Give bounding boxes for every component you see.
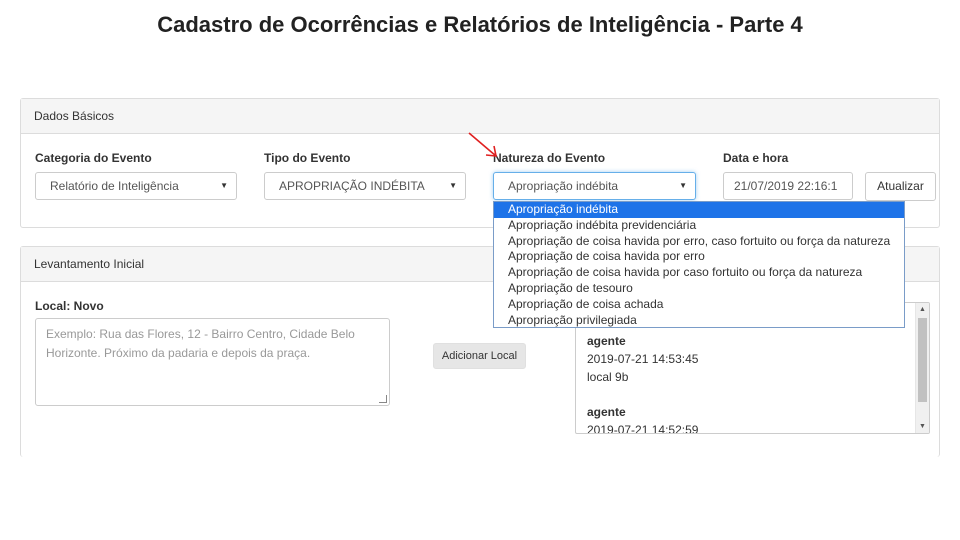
log-author: agente [587, 405, 626, 419]
natureza-option[interactable]: Apropriação de coisa achada [494, 297, 904, 313]
data-hora-input[interactable] [723, 172, 853, 200]
natureza-option[interactable]: Apropriação de coisa havida por erro [494, 249, 904, 265]
log-author: agente [587, 334, 626, 348]
scrollbar[interactable]: ▲ ▼ [915, 303, 929, 433]
adicionar-local-button[interactable]: Adicionar Local [433, 343, 526, 369]
log-timestamp: 2019-07-21 14:52:59 [587, 423, 699, 434]
natureza-option[interactable]: Apropriação indébita previdenciária [494, 218, 904, 234]
categoria-select[interactable]: Relatório de Inteligência ▼ [35, 172, 237, 200]
natureza-option[interactable]: Apropriação de coisa havida por caso for… [494, 265, 904, 281]
local-placeholder: Exemplo: Rua das Flores, 12 - Bairro Cen… [46, 327, 355, 360]
red-arrow-icon [468, 132, 497, 157]
natureza-option[interactable]: Apropriação privilegiada [494, 313, 904, 329]
dados-basicos-heading: Dados Básicos [21, 99, 939, 134]
local-label: Local: Novo [35, 299, 104, 313]
data-hora-label: Data e hora [723, 151, 789, 165]
tipo-value: APROPRIAÇÃO INDÉBITA [279, 179, 425, 193]
slide-title: Cadastro de Ocorrências e Relatórios de … [157, 12, 803, 37]
log-text: local 9b [587, 370, 629, 384]
natureza-option[interactable]: Apropriação de tesouro [494, 281, 904, 297]
list-item: agente 2019-07-21 14:53:45 local 9b [587, 332, 698, 386]
local-textarea[interactable]: Exemplo: Rua das Flores, 12 - Bairro Cen… [35, 318, 390, 406]
natureza-option[interactable]: Apropriação indébita [494, 202, 904, 218]
natureza-label: Natureza do Evento [493, 151, 606, 165]
scroll-up-icon[interactable]: ▲ [916, 303, 929, 316]
atualizar-button[interactable]: Atualizar [865, 172, 936, 201]
categoria-value: Relatório de Inteligência [50, 179, 179, 193]
chevron-down-icon: ▼ [679, 181, 687, 190]
list-item: agente 2019-07-21 14:52:59 [587, 403, 699, 434]
chevron-down-icon: ▼ [220, 181, 228, 190]
natureza-dropdown-list: Apropriação indébita Apropriação indébit… [493, 201, 905, 328]
natureza-value: Apropriação indébita [508, 179, 619, 193]
tipo-label: Tipo do Evento [264, 151, 351, 165]
log-timestamp: 2019-07-21 14:53:45 [587, 352, 699, 366]
scrollbar-thumb[interactable] [918, 318, 927, 402]
resize-handle-icon[interactable] [379, 395, 387, 403]
categoria-label: Categoria do Evento [35, 151, 152, 165]
natureza-select[interactable]: Apropriação indébita ▼ [493, 172, 696, 200]
scroll-down-icon[interactable]: ▼ [916, 420, 929, 433]
natureza-option[interactable]: Apropriação de coisa havida por erro, ca… [494, 234, 904, 250]
tipo-select[interactable]: APROPRIAÇÃO INDÉBITA ▼ [264, 172, 466, 200]
chevron-down-icon: ▼ [449, 181, 457, 190]
